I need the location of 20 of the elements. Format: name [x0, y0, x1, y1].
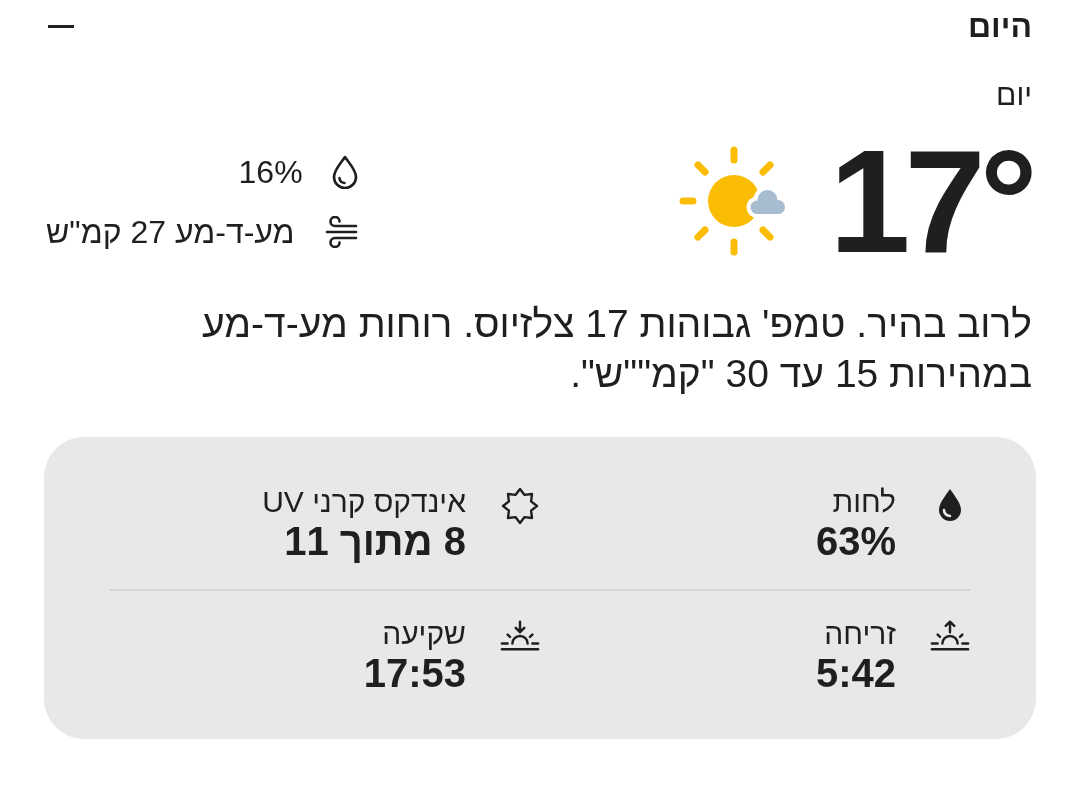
wind-text: מע-ד-מע 27 קמ"ש — [46, 213, 295, 251]
detail-value: 8 מתוך 11 — [283, 519, 466, 563]
minus-icon[interactable] — [48, 24, 74, 28]
precipitation-text: 16% — [238, 153, 303, 191]
section-title: היום — [968, 7, 1032, 45]
temperature-text: 17° — [829, 137, 1032, 267]
sunrise-icon — [930, 619, 970, 652]
detail-label: שקיעה — [381, 617, 466, 651]
detail-label: זריחה — [823, 617, 896, 651]
star-icon — [501, 487, 539, 525]
sunset-icon — [500, 619, 540, 652]
detail-label: אינדקס קרני UV — [262, 485, 466, 519]
detail-value: 5:42 — [815, 651, 896, 695]
forecast-description: לרוב בהיר. טמפ' גבוהות 17 צלזיוס. רוחות מע-ד-מע במהירות 15 עד 30 "קמ""ש". — [201, 301, 1032, 397]
detail-label: לחות — [831, 485, 896, 519]
detail-value: 17:53 — [363, 651, 466, 695]
period-label: יום — [996, 77, 1032, 113]
drop-icon — [330, 155, 359, 189]
drop-icon — [936, 487, 964, 523]
detail-value: 63% — [815, 519, 896, 563]
